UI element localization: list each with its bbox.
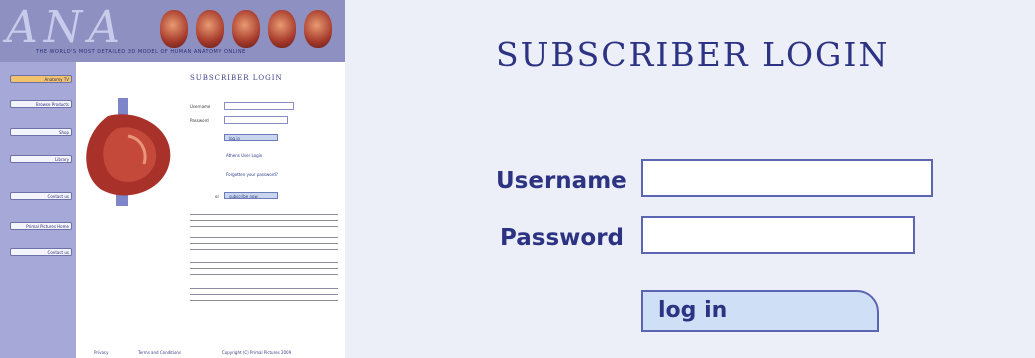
heart-illustration xyxy=(86,98,171,206)
mini-athens-link[interactable]: Athens User Login xyxy=(226,153,262,158)
sidebar: Anatomy TV Browse Products Shop Library … xyxy=(0,62,76,358)
mini-text-line xyxy=(190,300,338,303)
anatomy-image xyxy=(304,10,332,48)
mini-text-line xyxy=(190,268,338,271)
sidebar-item-contact[interactable]: Contact us xyxy=(10,192,72,200)
anatomy-image xyxy=(268,10,296,48)
sidebar-item-library[interactable]: Library xyxy=(10,155,72,163)
footer-privacy-link[interactable]: Privacy xyxy=(94,350,108,355)
mini-text-line xyxy=(190,237,338,240)
mini-password-label: Password xyxy=(190,118,209,123)
username-label: Username xyxy=(496,168,627,194)
mini-text-line xyxy=(190,243,338,246)
sidebar-item-primal-home[interactable]: Primal Pictures Home xyxy=(10,222,72,230)
site-banner: ANA THE WORLD'S MOST DETAILED 3D MODEL O… xyxy=(0,0,345,62)
site-logo: ANA xyxy=(6,2,127,53)
site-tagline: THE WORLD'S MOST DETAILED 3D MODEL OF HU… xyxy=(36,49,246,55)
mini-text-line xyxy=(190,288,338,291)
mini-text-line xyxy=(190,220,338,223)
sidebar-item-anatomy-tv[interactable]: Anatomy TV xyxy=(10,75,72,83)
mini-page-title: SUBSCRIBER LOGIN xyxy=(190,74,283,82)
mini-text-line xyxy=(190,249,338,252)
sidebar-item-contact-2[interactable]: Contact us xyxy=(10,248,72,256)
password-label: Password xyxy=(500,225,624,251)
footer-terms-link[interactable]: Terms and Conditions xyxy=(138,350,181,355)
mini-or-label: or xyxy=(215,194,220,199)
anatomy-image xyxy=(232,10,260,48)
mini-text-line xyxy=(190,214,338,217)
mini-text-line xyxy=(190,226,338,229)
anatomy-image xyxy=(196,10,224,48)
sidebar-item-browse-products[interactable]: Browse Products xyxy=(10,100,72,108)
footer-copyright: Copyright (C) Primal Pictures 2009 xyxy=(222,350,292,355)
mini-text-line xyxy=(190,262,338,265)
login-button[interactable]: log in xyxy=(641,290,879,332)
mini-login-button[interactable]: log in xyxy=(224,134,278,141)
mini-text-line xyxy=(190,294,338,297)
password-input[interactable] xyxy=(641,216,915,254)
page-thumbnail: ANA THE WORLD'S MOST DETAILED 3D MODEL O… xyxy=(0,0,345,358)
anatomy-image xyxy=(160,10,188,48)
mini-username-label: Username xyxy=(190,104,211,109)
mini-username-field[interactable] xyxy=(224,102,294,110)
mini-text-line xyxy=(190,274,338,277)
page-title: SUBSCRIBER LOGIN xyxy=(496,35,890,74)
mini-subscribe-button[interactable]: subscribe now xyxy=(224,192,278,199)
username-input[interactable] xyxy=(641,159,933,197)
sidebar-item-shop[interactable]: Shop xyxy=(10,128,72,136)
mini-forgot-link[interactable]: Forgotten your password? xyxy=(226,172,278,177)
mini-password-field[interactable] xyxy=(224,116,288,124)
